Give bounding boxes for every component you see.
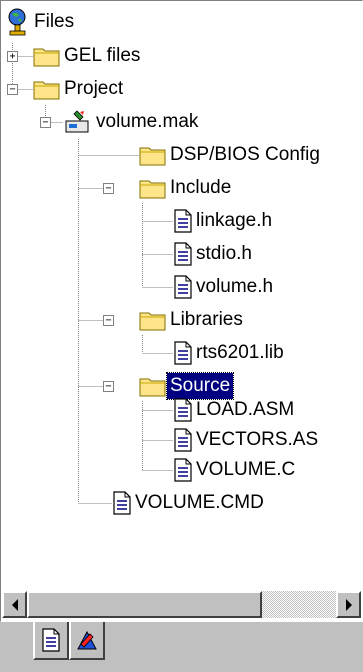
folder-open-icon [33, 81, 60, 100]
collapse-toggle[interactable]: − [40, 117, 51, 128]
tree-item-load-asm[interactable]: LOAD.ASM [173, 393, 297, 427]
folder-icon [33, 48, 60, 67]
tree-label: VOLUME.C [196, 459, 296, 480]
tree-label: LOAD.ASM [196, 399, 295, 420]
file-icon [113, 491, 131, 515]
file-icon [174, 341, 192, 365]
tree-item-linkage-h[interactable]: linkage.h [173, 204, 275, 238]
tree-item-stdio-h[interactable]: stdio.h [173, 237, 255, 271]
expand-toggle[interactable]: + [7, 51, 18, 62]
collapse-toggle[interactable]: − [7, 84, 18, 95]
file-tree[interactable]: Files + GEL files − Project − volume.mak… [1, 1, 362, 581]
collapse-toggle[interactable]: − [103, 381, 114, 392]
horizontal-scrollbar[interactable] [2, 591, 361, 618]
globe-person-icon [8, 8, 26, 36]
view-tabs [0, 622, 363, 672]
folder-open-icon [139, 378, 166, 397]
tree-label: VECTORS.AS [196, 429, 319, 450]
file-icon [174, 242, 192, 266]
folder-open-icon [139, 180, 166, 199]
tree-label: DSP/BIOS Config [170, 144, 320, 165]
tree-item-vectors-as[interactable]: VECTORS.AS [173, 423, 321, 457]
tree-item-volume-cmd[interactable]: VOLUME.CMD [112, 486, 267, 520]
tree-label: stdio.h [196, 243, 252, 264]
tree-label: GEL files [64, 45, 141, 66]
folder-icon [139, 147, 166, 166]
bookmark-view-tab-icon [77, 630, 97, 650]
scroll-left-button[interactable] [2, 591, 27, 618]
tree-label: volume.mak [96, 111, 199, 132]
tree-item-project[interactable]: Project [33, 72, 126, 106]
folder-open-icon [139, 312, 166, 331]
file-icon [174, 398, 192, 422]
tree-item-rts6201-lib[interactable]: rts6201.lib [173, 336, 287, 370]
tree-label: Project [64, 78, 124, 99]
file-icon [174, 209, 192, 233]
tab-bookmark-view[interactable] [69, 622, 105, 660]
scroll-right-button[interactable] [336, 591, 361, 618]
project-view-panel: Files + GEL files − Project − volume.mak… [0, 0, 363, 622]
tree-item-include[interactable]: Include [139, 171, 234, 205]
tab-file-view[interactable] [33, 622, 69, 660]
scroll-left-arrow-icon [11, 598, 18, 611]
file-icon [174, 458, 192, 482]
file-icon [174, 275, 192, 299]
tree-item-libraries[interactable]: Libraries [107, 303, 246, 337]
tree-label: Files [34, 11, 75, 32]
tree-label: linkage.h [196, 210, 273, 231]
file-view-tab-icon [42, 628, 60, 652]
tree-label: VOLUME.CMD [135, 492, 264, 513]
project-icon [65, 110, 89, 133]
tree-item-volume-h[interactable]: volume.h [173, 270, 276, 304]
tree-label: volume.h [196, 276, 274, 297]
tree-label: Libraries [170, 309, 243, 330]
tree-item-gel-files[interactable]: GEL files [33, 39, 143, 73]
file-icon [174, 428, 192, 452]
scroll-thumb[interactable] [27, 591, 262, 618]
tree-item-volume-c[interactable]: VOLUME.C [173, 453, 298, 487]
tree-item-dsp-bios-config[interactable]: DSP/BIOS Config [139, 138, 323, 172]
collapse-toggle[interactable]: − [103, 183, 114, 194]
tree-root-files[interactable]: Files [5, 5, 77, 39]
tree-item-volume-mak[interactable]: volume.mak [63, 105, 201, 139]
tree-label: rts6201.lib [196, 342, 284, 363]
tree-label: Include [170, 177, 232, 198]
scroll-right-arrow-icon [345, 598, 352, 611]
